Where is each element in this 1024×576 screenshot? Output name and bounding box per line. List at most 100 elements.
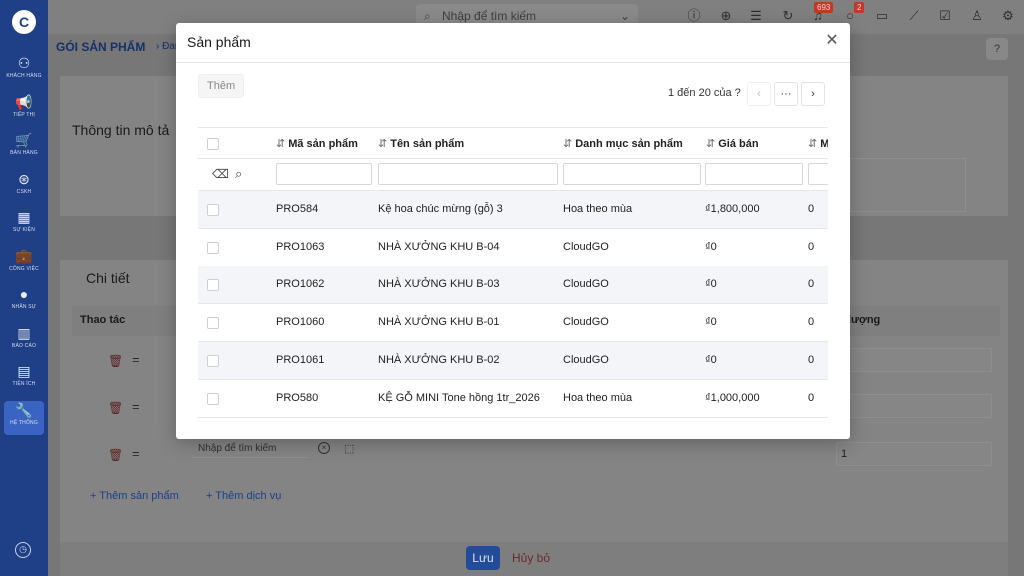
filter-name-input[interactable]	[378, 163, 558, 185]
sidebar-item[interactable]: ▤ TIỆN ÍCH	[4, 362, 44, 398]
user-icon[interactable]: ♙	[969, 8, 985, 24]
add-icon[interactable]: ⊕	[718, 8, 734, 24]
app-logo[interactable]: C	[12, 10, 36, 34]
cell-extra: 0	[808, 203, 815, 215]
filter-price-input[interactable]	[705, 163, 803, 185]
cell-price: ₫0	[705, 353, 717, 366]
description-textarea[interactable]	[850, 158, 966, 212]
row-checkbox[interactable]	[207, 317, 219, 330]
table-row[interactable]: PRO584 Kệ hoa chúc mừng (gỗ) 3 Hoa theo mù…	[198, 191, 828, 229]
cell-code: PRO1061	[276, 353, 325, 366]
table-row[interactable]: PRO1061 NHÀ XƯỞNG KHU B-02 CloudGO ₫0 0	[198, 341, 828, 380]
alert-icon[interactable]: ⓘ	[686, 8, 702, 24]
add-service-link[interactable]: + Thêm dịch vụ	[206, 490, 281, 502]
wrench-icon: 🔧	[15, 401, 33, 418]
col-action: Thao tác	[80, 314, 126, 326]
details-title: Chi tiết	[86, 270, 130, 286]
list-icon[interactable]: ☰	[748, 8, 764, 24]
modal-header: Sản phẩm ✕	[176, 23, 850, 63]
cell-category: CloudGO	[563, 240, 609, 253]
col-header-code[interactable]: ⇵ Mã sản phẩm	[276, 137, 358, 150]
sidebar-item[interactable]: ▦ SỰ KIỆN	[4, 208, 44, 244]
breadcrumb-root[interactable]: GÓI SẢN PHẨM	[56, 40, 145, 54]
cell-code: PRO1063	[276, 240, 325, 253]
col-header-code-label: Mã sản phẩm	[288, 138, 358, 150]
save-button[interactable]: Lưu	[466, 546, 500, 570]
filter-extra-input[interactable]	[808, 163, 828, 185]
col-header-name-label: Tên sản phẩm	[390, 138, 465, 150]
gear-icon[interactable]: ⚙	[1000, 8, 1016, 24]
megaphone-icon: 📢	[15, 93, 33, 110]
sidebar-item[interactable]: 🛒 BÁN HÀNG	[4, 131, 44, 167]
col-header-price[interactable]: ⇵ Giá bán	[706, 137, 759, 150]
package-icon[interactable]: ⬚	[344, 442, 354, 455]
cell-price: ₫1,000,000	[705, 391, 760, 404]
sidebar-item[interactable]: 💼 CÔNG VIỆC	[4, 247, 44, 283]
global-search-placeholder: Nhập để tìm kiếm	[442, 9, 537, 23]
row-checkbox[interactable]	[207, 241, 219, 254]
sidebar-item-label: BÁO CÁO	[11, 342, 37, 349]
select-all-checkbox[interactable]	[207, 138, 219, 150]
report-icon: ▥	[17, 324, 31, 341]
sidebar-item[interactable]: ● NHÂN SỰ	[4, 285, 44, 321]
cell-price: ₫0	[705, 240, 717, 253]
row-checkbox[interactable]	[207, 204, 219, 216]
trash-icon[interactable]: 🗑	[108, 448, 124, 462]
sidebar-item[interactable]: 📢 TIẾP THỊ	[4, 93, 44, 129]
quantity-input[interactable]: 1	[836, 442, 992, 466]
chart-icon[interactable]: ⟋	[906, 8, 922, 24]
trash-icon[interactable]: 🗑	[108, 401, 124, 415]
col-header-extra[interactable]: ⇵M	[808, 137, 828, 150]
task-icon[interactable]: ☑	[937, 8, 953, 24]
message-badge: 2	[854, 2, 865, 13]
drag-handle-icon[interactable]: =	[132, 352, 140, 367]
trash-icon[interactable]: 🗑	[108, 354, 124, 368]
table-row[interactable]: PRO1060 NHÀ XƯỞNG KHU B-01 CloudGO ₫0 0	[198, 304, 828, 343]
add-button[interactable]: Thêm	[198, 74, 245, 98]
grid-header: ⇵ Mã sản phẩm ⇵ Tên sản phẩm ⇵ Danh mục sản…	[198, 128, 828, 159]
next-page-button[interactable]: ›	[801, 82, 825, 106]
cell-extra: 0	[808, 278, 815, 291]
cell-extra: 0	[808, 240, 815, 253]
quantity-input[interactable]	[836, 348, 992, 372]
cell-code: PRO580	[276, 391, 319, 404]
prev-page-button[interactable]: ‹	[747, 82, 771, 106]
cell-name: Kệ hoa chúc mừng (gỗ) 3	[378, 203, 503, 215]
window-icon[interactable]: ▭	[874, 8, 890, 24]
quantity-input[interactable]	[836, 394, 992, 418]
eraser-icon[interactable]: ⌫	[212, 167, 229, 181]
table-row[interactable]: PRO580 KỆ GỖ MINI Tone hồng 1tr_2026 Hoa t…	[198, 380, 828, 418]
col-header-price-label: Giá bán	[718, 138, 759, 150]
row-checkbox[interactable]	[207, 279, 219, 292]
row-search-input[interactable]: Nhập để tìm kiếm	[192, 440, 308, 458]
drag-handle-icon[interactable]: =	[132, 399, 140, 414]
drag-handle-icon[interactable]: =	[132, 446, 140, 461]
more-pages-button[interactable]: ···	[774, 82, 798, 106]
col-header-category[interactable]: ⇵ Danh mục sản phẩm	[563, 137, 683, 150]
add-product-link[interactable]: + Thêm sản phẩm	[90, 490, 179, 502]
filter-category-input[interactable]	[563, 163, 701, 185]
cell-category: CloudGO	[563, 353, 609, 366]
row-checkbox[interactable]	[207, 392, 219, 405]
sidebar-item[interactable]: 🔧 HỆ THỐNG	[4, 400, 44, 435]
clock-icon[interactable]: ◷	[15, 542, 31, 558]
sidebar-item[interactable]: ⚇ KHÁCH HÀNG	[4, 54, 44, 90]
sidebar-item[interactable]: ▥ BÁO CÁO	[4, 324, 44, 360]
refresh-icon[interactable]: ↻	[780, 8, 796, 24]
row-checkbox[interactable]	[207, 354, 219, 367]
help-icon[interactable]: ?	[986, 38, 1008, 60]
cell-code: PRO584	[276, 203, 319, 215]
sort-icon: ⇵	[378, 138, 388, 150]
cancel-button[interactable]: Hủy bỏ	[512, 546, 550, 570]
sort-icon: ⇵	[276, 138, 286, 150]
search-icon[interactable]: ⌕	[235, 166, 242, 182]
table-row[interactable]: PRO1062 NHÀ XƯỞNG KHU B-03 CloudGO ₫0 0	[198, 266, 828, 305]
clear-icon[interactable]: ×	[318, 442, 330, 454]
filter-code-input[interactable]	[276, 163, 372, 185]
table-row[interactable]: PRO1063 NHÀ XƯỞNG KHU B-04 CloudGO ₫0 0	[198, 229, 828, 267]
product-picker-modal: Sản phẩm ✕ Thêm 1 đến 20 của ? ‹ ··· › ⇵…	[176, 23, 850, 439]
close-icon[interactable]: ✕	[824, 33, 840, 49]
col-header-name[interactable]: ⇵ Tên sản phẩm	[378, 137, 464, 150]
sidebar-item[interactable]: ⊛ CSKH	[4, 170, 44, 206]
description-title: Thông tin mô tả	[72, 122, 170, 138]
